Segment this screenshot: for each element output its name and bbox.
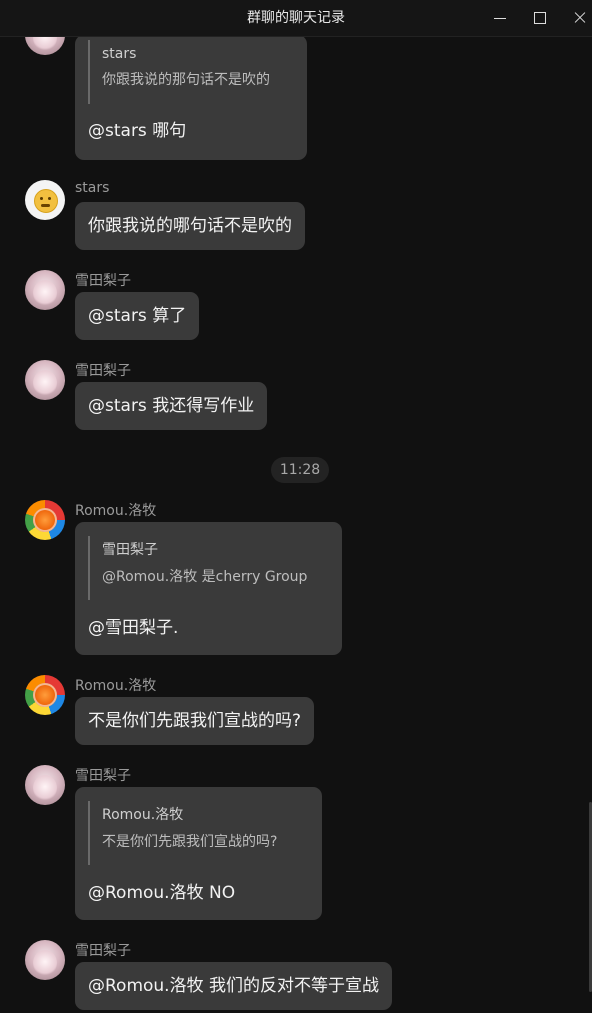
message-bubble[interactable]: stars 你跟我说的那句话不是吹的 @stars 哪句 — [75, 37, 307, 160]
sender-name: Romou.洛牧 — [75, 503, 157, 519]
message-bubble[interactable]: 不是你们先跟我们宣战的吗? — [75, 697, 315, 745]
message-text: @Romou.洛牧 我们的反对不等于宣战 — [88, 976, 379, 996]
quote-bar — [88, 536, 90, 600]
quote-text: 不是你们先跟我们宣战的吗? — [102, 834, 278, 850]
quote-sender: Romou.洛牧 — [102, 807, 184, 823]
message-text: 不是你们先跟我们宣战的吗? — [88, 711, 302, 731]
quote-text: 你跟我说的那句话不是吹的 — [102, 72, 270, 88]
sender-name: Romou.洛牧 — [75, 678, 157, 694]
message-text: @stars 我还得写作业 — [88, 396, 255, 416]
message-bubble[interactable]: @stars 算了 — [75, 292, 200, 340]
avatar[interactable] — [25, 270, 65, 310]
quote-bar — [88, 40, 90, 104]
message-text: @Romou.洛牧 NO — [88, 883, 236, 903]
maximize-icon[interactable] — [530, 8, 550, 28]
message-text: @stars 哪句 — [88, 121, 187, 141]
avatar[interactable] — [25, 360, 65, 400]
sender-name: 雪田梨子 — [75, 363, 131, 379]
message-bubble[interactable]: 你跟我说的哪句话不是吹的 — [75, 202, 305, 250]
title-bar: 群聊的聊天记录 — [0, 0, 592, 37]
message-text: @stars 算了 — [88, 306, 187, 326]
close-icon[interactable] — [570, 8, 590, 28]
quote-bar — [88, 801, 90, 865]
avatar[interactable] — [25, 37, 65, 55]
sender-name: 雪田梨子 — [75, 943, 131, 959]
chat-history[interactable]: stars 你跟我说的那句话不是吹的 @stars 哪句 stars 你跟我说的… — [0, 37, 592, 1013]
quote-sender: stars — [102, 46, 137, 62]
avatar[interactable] — [25, 765, 65, 805]
sender-name: 雪田梨子 — [75, 273, 131, 289]
thinking-emoji-icon — [34, 189, 58, 213]
message-bubble[interactable]: 雪田梨子 @Romou.洛牧 是cherry Group @雪田梨子. — [75, 522, 342, 655]
time-divider: 11:28 — [271, 457, 329, 483]
avatar[interactable] — [25, 675, 65, 715]
sender-name: stars — [75, 180, 110, 196]
message-text: @雪田梨子. — [88, 618, 179, 638]
message-bubble[interactable]: @stars 我还得写作业 — [75, 382, 268, 430]
sender-name: 雪田梨子 — [75, 768, 131, 784]
quote-sender: 雪田梨子 — [102, 542, 158, 558]
message-bubble[interactable]: Romou.洛牧 不是你们先跟我们宣战的吗? @Romou.洛牧 NO — [75, 787, 322, 920]
avatar[interactable] — [25, 500, 65, 540]
message-text: 你跟我说的哪句话不是吹的 — [88, 216, 292, 236]
minimize-icon[interactable] — [490, 8, 510, 28]
quote-text: @Romou.洛牧 是cherry Group — [102, 569, 308, 585]
message-bubble[interactable]: @Romou.洛牧 我们的反对不等于宣战 — [75, 962, 392, 1010]
avatar[interactable] — [25, 940, 65, 980]
avatar[interactable] — [25, 180, 65, 220]
